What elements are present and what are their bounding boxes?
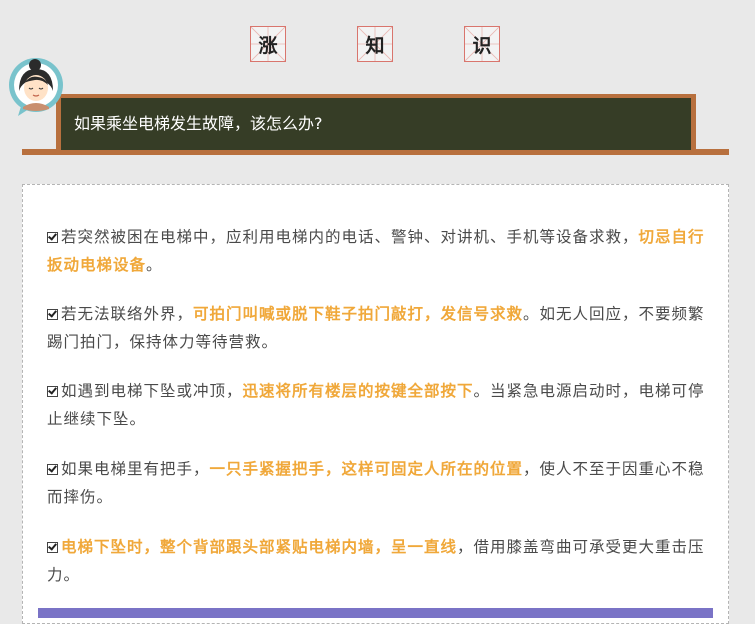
tip-item: 如果电梯里有把手，一只手紧握把手，这样可固定人所在的位置，使人不至于因重心不稳而… — [47, 455, 711, 511]
checkbox-checked-icon — [47, 386, 58, 397]
cartoon-woman-avatar-icon — [9, 58, 63, 116]
tip-item: 如遇到电梯下坠或冲顶，迅速将所有楼层的按键全部按下。当紧急电源启动时，电梯可停止… — [47, 377, 711, 433]
tip-text: 如遇到电梯下坠或冲顶， — [61, 382, 243, 400]
checkbox-checked-icon — [47, 464, 58, 475]
tip-text: 若突然被困在电梯中，应利用电梯内的电话、警钟、对讲机、手机等设备求救， — [61, 228, 639, 246]
tip-text: 若无法联络外界， — [61, 305, 194, 323]
tip-highlight: 电梯下坠时，整个背部跟头部紧贴电梯内墙，呈一直线 — [61, 538, 458, 556]
question-banner: 如果乘坐电梯发生故障，该怎么办? — [56, 94, 696, 150]
title-char-text: 知 — [365, 34, 385, 57]
tips-card: 若突然被困在电梯中，应利用电梯内的电话、警钟、对讲机、手机等设备求救，切忌自行扳… — [22, 184, 729, 624]
tip-highlight: 迅速将所有楼层的按键全部按下 — [242, 382, 474, 400]
title-char-text: 涨 — [258, 34, 278, 57]
checkbox-checked-icon — [47, 232, 58, 243]
checkbox-checked-icon — [47, 542, 58, 553]
title-chars: 涨 知 识 — [0, 26, 755, 66]
checkbox-checked-icon — [47, 309, 58, 320]
question-text: 如果乘坐电梯发生故障，该怎么办? — [61, 98, 691, 150]
title-char-2: 知 — [357, 26, 393, 62]
tip-highlight: 可拍门叫喊或脱下鞋子拍门敲打，发信号求救 — [193, 305, 524, 323]
tip-highlight: 一只手紧握把手，这样可固定人所在的位置 — [209, 460, 524, 478]
title-char-3: 识 — [464, 26, 500, 62]
tip-item: 电梯下坠时，整个背部跟头部紧贴电梯内墙，呈一直线，借用膝盖弯曲可承受更大重击压力… — [47, 533, 711, 589]
tip-text-end: 。 — [146, 256, 163, 274]
title-char-text: 识 — [472, 34, 492, 57]
title-char-1: 涨 — [250, 26, 286, 62]
tip-item: 若突然被困在电梯中，应利用电梯内的电话、警钟、对讲机、手机等设备求救，切忌自行扳… — [47, 223, 711, 279]
tip-item: 若无法联络外界，可拍门叫喊或脱下鞋子拍门敲打，发信号求救。如无人回应，不要频繁踢… — [47, 300, 711, 356]
bottom-bar — [38, 608, 713, 618]
tip-text: 如果电梯里有把手， — [61, 460, 210, 478]
